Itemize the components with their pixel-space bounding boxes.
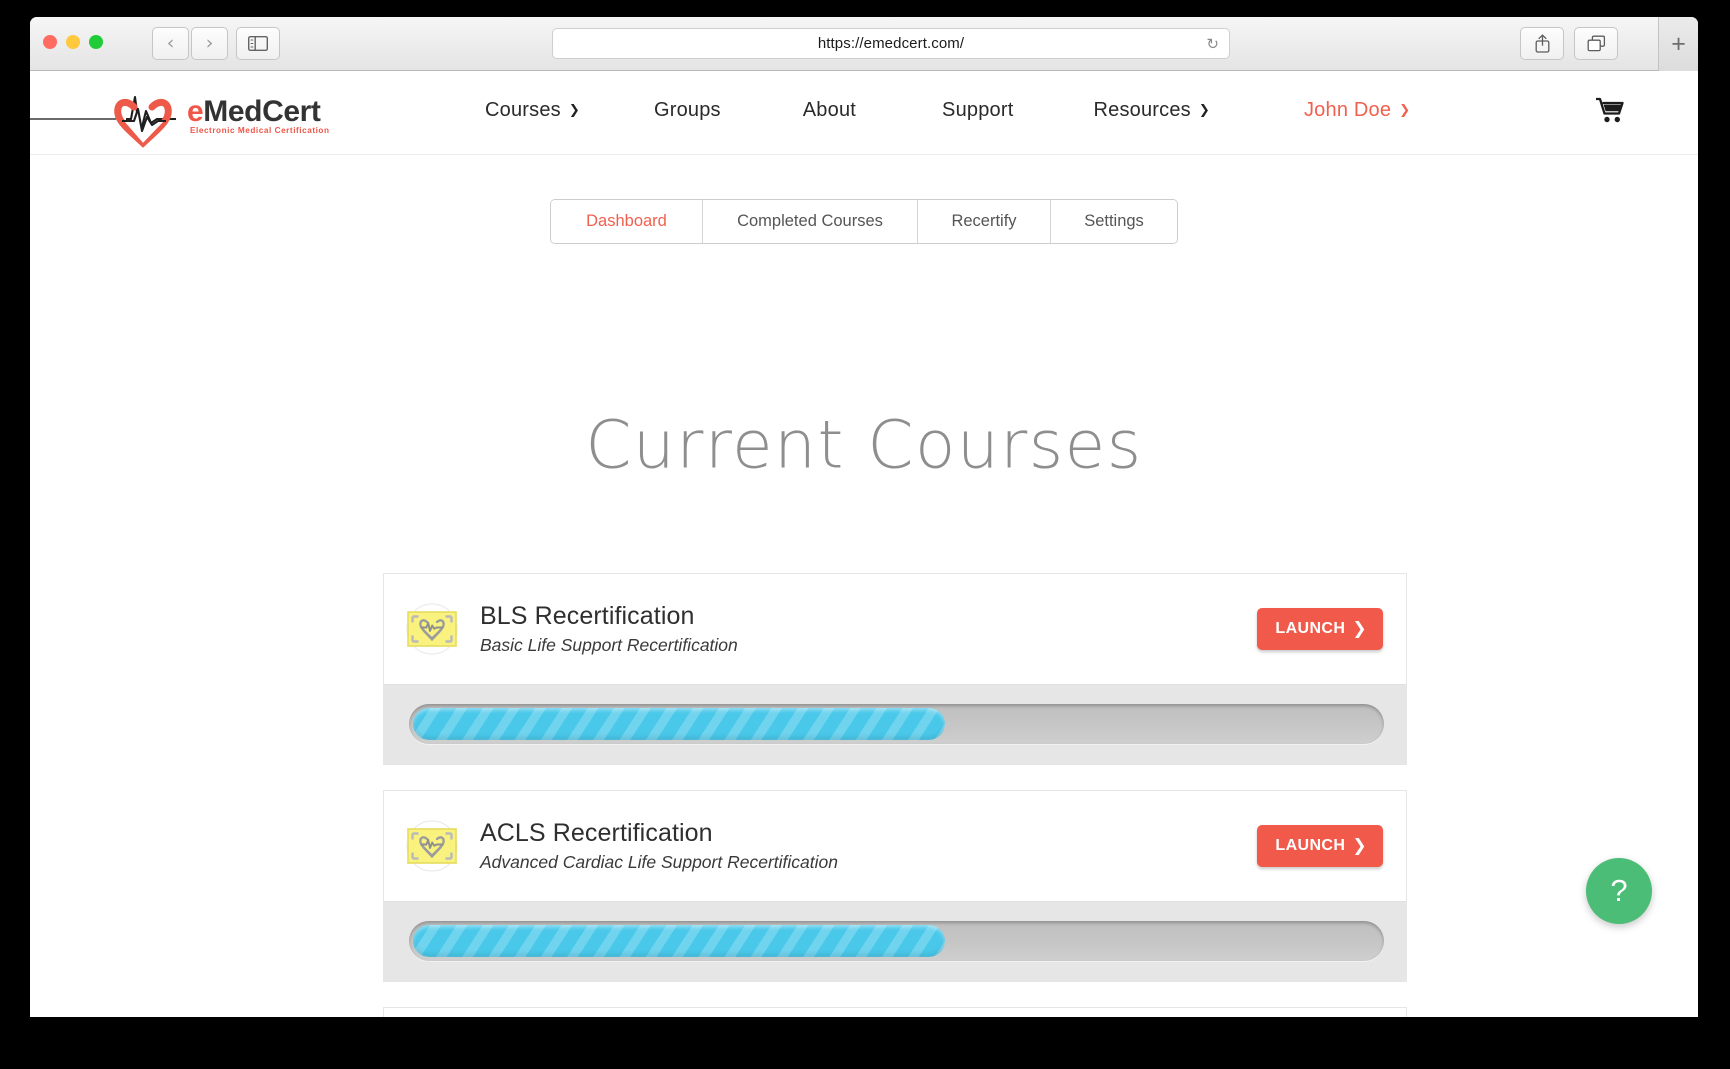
chevron-right-icon: › [205, 32, 214, 54]
chevron-right-icon: ❯ [1352, 836, 1367, 856]
chevron-down-icon: ❯ [1198, 103, 1210, 118]
nav-label: Support [942, 99, 1014, 121]
logo-brand-rest: MedCert [203, 95, 321, 128]
launch-button-label: LAUNCH [1275, 620, 1346, 637]
reload-icon[interactable]: ↻ [1206, 35, 1219, 53]
sidebar-toggle-button[interactable] [236, 27, 280, 60]
nav-item-groups[interactable]: Groups [654, 99, 721, 122]
sidebar-toggle-icon [248, 36, 268, 51]
show-tabs-icon [1587, 35, 1605, 52]
nav-item-resources[interactable]: Resources ❯ [1093, 99, 1210, 122]
help-button[interactable]: ? [1586, 858, 1652, 924]
progress-track [409, 704, 1384, 744]
chevron-down-icon: ❯ [568, 103, 580, 118]
course-card: ACLS Recertification Advanced Cardiac Li… [383, 790, 1407, 982]
nav-item-user-menu[interactable]: John Doe ❯ [1304, 99, 1410, 122]
tab-dashboard[interactable]: Dashboard [551, 200, 703, 243]
tab-settings[interactable]: Settings [1051, 200, 1177, 243]
logo-wordmark: eMedCert [187, 95, 321, 129]
forward-button[interactable]: › [191, 27, 228, 60]
course-text: BLS Recertification Basic Life Support R… [480, 602, 738, 657]
course-card: BLS Recertification Basic Life Support R… [383, 573, 1407, 765]
nav-label: Resources [1093, 99, 1191, 121]
main-nav: Courses ❯ Groups About Support Resources… [485, 99, 1410, 122]
course-progress-area [384, 684, 1406, 764]
launch-button[interactable]: LAUNCH ❯ [1257, 608, 1383, 650]
show-tabs-button[interactable] [1574, 27, 1618, 60]
nav-label: Groups [653, 99, 721, 121]
maximize-window-button[interactable] [89, 35, 103, 49]
course-card-header: ACLS Recertification Advanced Cardiac Li… [384, 791, 1406, 901]
page-title: Current Courses [585, 406, 1143, 484]
site-header: eMedCert Electronic Medical Certificatio… [30, 71, 1698, 155]
window-controls [43, 35, 103, 49]
progress-track [409, 921, 1384, 961]
certificate-badge-icon [402, 816, 462, 876]
minimize-window-button[interactable] [66, 35, 80, 49]
certificate-badge-icon [402, 599, 462, 659]
course-progress-area [384, 901, 1406, 981]
url-text: https://emedcert.com/ [817, 35, 965, 52]
page-content: Dashboard Completed Courses Recertify Se… [30, 155, 1698, 1017]
launch-button[interactable]: LAUNCH ❯ [1257, 825, 1383, 867]
tab-recertify[interactable]: Recertify [918, 200, 1051, 243]
close-window-button[interactable] [43, 35, 57, 49]
chevron-down-icon: ❯ [1399, 103, 1411, 118]
course-subtitle: Advanced Cardiac Life Support Recertific… [480, 852, 838, 873]
nav-label: About [802, 99, 857, 121]
shopping-cart-icon [1596, 97, 1624, 123]
launch-button-label: LAUNCH [1275, 837, 1346, 854]
shopping-cart-button[interactable] [1595, 97, 1625, 127]
progress-fill [413, 925, 945, 957]
course-text: ACLS Recertification Advanced Cardiac Li… [480, 819, 838, 874]
nav-item-courses[interactable]: Courses ❯ [485, 99, 580, 122]
course-list: BLS Recertification Basic Life Support R… [383, 573, 1407, 1017]
nav-item-about[interactable]: About [803, 99, 856, 122]
tab-completed-courses[interactable]: Completed Courses [703, 200, 918, 243]
browser-window: ‹ › https://emedcert.com/ ↻ + eMedCert E… [30, 17, 1698, 1017]
chevron-right-icon: ❯ [1352, 619, 1367, 639]
new-tab-button[interactable]: + [1658, 17, 1698, 71]
course-card-header: BLS Recertification Basic Life Support R… [384, 574, 1406, 684]
progress-fill [413, 708, 945, 740]
course-card-header: PALS Recertification Pediatric Advanced … [384, 1008, 1406, 1017]
logo-tagline: Electronic Medical Certification [190, 126, 330, 135]
browser-chrome: ‹ › https://emedcert.com/ ↻ + [30, 17, 1698, 71]
user-name-label: John Doe [1303, 99, 1392, 121]
course-card: PALS Recertification Pediatric Advanced … [383, 1007, 1407, 1017]
dashboard-tabs: Dashboard Completed Courses Recertify Se… [30, 199, 1698, 244]
address-bar[interactable]: https://emedcert.com/ ↻ [552, 28, 1230, 59]
course-title: BLS Recertification [480, 601, 695, 630]
nav-item-support[interactable]: Support [942, 99, 1013, 122]
course-title: ACLS Recertification [480, 818, 713, 847]
share-button[interactable] [1520, 27, 1564, 60]
chevron-left-icon: ‹ [166, 32, 175, 54]
logo-brand-e: e [187, 95, 204, 128]
share-icon [1535, 34, 1549, 53]
nav-label: Courses [485, 99, 561, 121]
course-subtitle: Basic Life Support Recertification [480, 635, 738, 656]
back-button[interactable]: ‹ [152, 27, 189, 60]
logo[interactable]: eMedCert Electronic Medical Certificatio… [30, 85, 330, 149]
